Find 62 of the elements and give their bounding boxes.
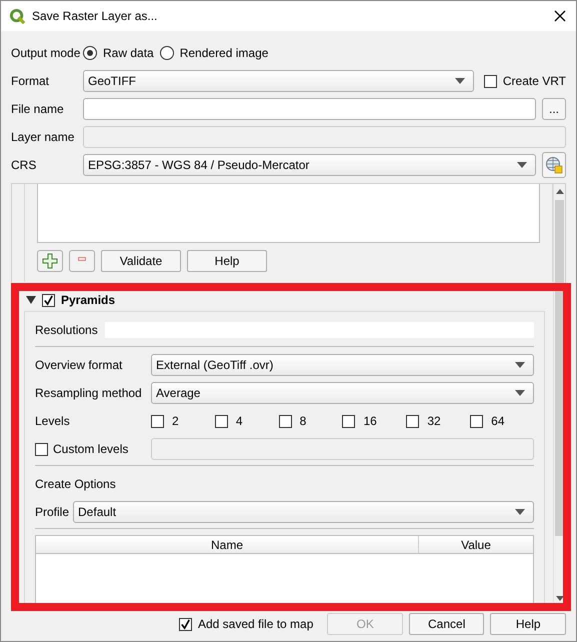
crs-dropdown[interactable]: EPSG:3857 - WGS 84 / Pseudo-Mercator <box>83 154 536 176</box>
file-name-field[interactable] <box>83 98 536 120</box>
group-title: Pyramids <box>61 293 116 307</box>
dropdown-arrow-icon <box>515 390 525 396</box>
dropdown-arrow-icon <box>515 509 525 515</box>
panel-button[interactable]: Validate <box>101 250 181 272</box>
dropdown-arrow-icon <box>517 162 527 168</box>
radio-button[interactable] <box>160 46 174 60</box>
section-title: Create Options <box>35 477 117 491</box>
field-label: Resampling method <box>35 386 143 400</box>
add-button[interactable] <box>37 250 63 272</box>
browse-button[interactable]: ... <box>542 98 566 120</box>
checkbox-label[interactable]: Add saved file to map <box>198 617 314 631</box>
checkbox-label[interactable]: 16 <box>363 414 377 428</box>
column-header[interactable]: Value <box>419 536 533 553</box>
dialog-button[interactable]: Help <box>490 613 566 635</box>
checkbox-label[interactable]: 8 <box>300 414 306 428</box>
dialog-button[interactable]: Cancel <box>408 613 484 635</box>
scroll-down-icon[interactable] <box>556 596 564 601</box>
close-icon[interactable] <box>554 10 566 22</box>
field-label: Layer name <box>11 130 76 144</box>
field-label: Format <box>11 74 50 88</box>
format-dropdown[interactable]: GeoTIFF <box>83 70 474 92</box>
field-label: CRS <box>11 158 38 172</box>
dropdown-arrow-icon <box>515 362 525 368</box>
checkbox-label[interactable]: 2 <box>172 414 179 428</box>
checkbox[interactable] <box>151 414 164 428</box>
radio-button[interactable] <box>83 46 97 60</box>
plus-icon <box>42 253 58 269</box>
checkbox[interactable] <box>406 414 420 428</box>
checkbox[interactable] <box>484 74 497 88</box>
checkbox[interactable] <box>42 294 55 306</box>
field-label: Profile <box>35 505 70 519</box>
window-title: Save Raster Layer as... <box>32 9 158 23</box>
checkbox[interactable] <box>470 414 484 428</box>
globe-icon <box>545 156 563 174</box>
checkbox-label[interactable]: 32 <box>427 414 441 428</box>
overview-format-dropdown[interactable]: External (GeoTiff .ovr) <box>151 354 534 376</box>
field-label: Levels <box>35 414 71 428</box>
field-label: File name <box>11 102 65 116</box>
app-logo-icon <box>9 8 26 24</box>
checkbox-label[interactable]: Create VRT <box>502 74 566 88</box>
checkbox[interactable] <box>278 414 292 428</box>
radio-label[interactable]: Raw data <box>103 46 154 60</box>
field-label: Resolutions <box>35 323 99 337</box>
resampling-dropdown[interactable]: Average <box>151 382 534 404</box>
checkbox[interactable] <box>214 414 228 428</box>
dropdown-arrow-icon <box>454 78 465 84</box>
panel-button[interactable]: Help <box>187 250 267 272</box>
profile-dropdown[interactable]: Default <box>73 501 534 523</box>
radio-label[interactable]: Rendered image <box>180 46 268 60</box>
checkbox-label[interactable]: 4 <box>236 414 243 428</box>
checkbox-label[interactable]: 64 <box>491 414 505 428</box>
column-header[interactable]: Name <box>36 536 419 553</box>
crs-select-button[interactable] <box>542 152 566 178</box>
checkbox[interactable] <box>342 414 356 428</box>
checkbox[interactable] <box>35 442 48 456</box>
checkbox[interactable] <box>179 618 192 630</box>
scroll-up-icon[interactable] <box>556 189 564 194</box>
checkbox-label[interactable]: Custom levels <box>53 442 128 456</box>
field-label: Overview format <box>35 358 124 372</box>
collapse-icon[interactable] <box>26 296 36 304</box>
